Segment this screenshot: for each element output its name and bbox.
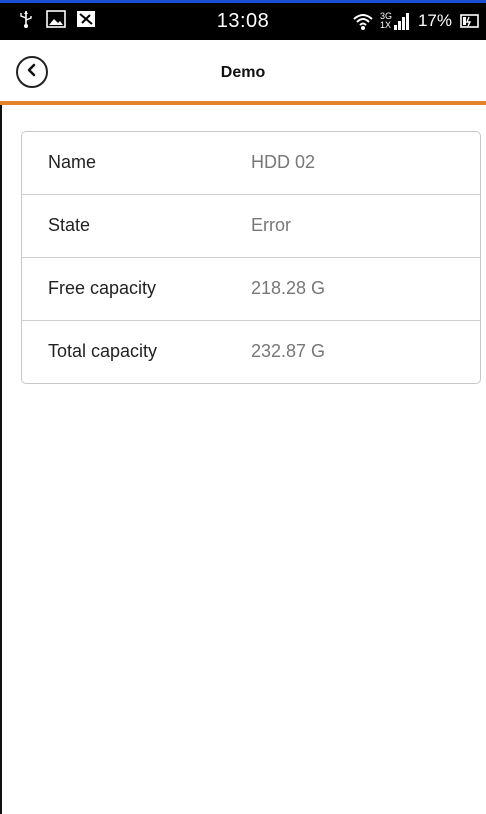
detail-value: 218.28 G (251, 278, 326, 298)
signal-icon: 3G 1X (380, 12, 410, 30)
app-header: Demo (0, 40, 486, 105)
left-edge-divider (0, 105, 2, 814)
detail-label: State (48, 215, 91, 235)
detail-value: HDD 02 (251, 152, 316, 172)
detail-label: Total capacity (48, 341, 158, 361)
battery-icon (460, 11, 480, 31)
status-bar: 13:08 3G 1X 17% (0, 0, 486, 40)
detail-value: 232.87 G (251, 341, 326, 361)
detail-label: Name (48, 152, 97, 172)
detail-row-free-capacity: Free capacity 218.28 G (22, 258, 480, 321)
battery-percent: 17% (417, 11, 452, 30)
detail-row-state: State Error (22, 195, 480, 258)
network-type-bottom: 1X (379, 20, 391, 30)
detail-row-name: Name HDD 02 (22, 132, 480, 195)
detail-label: Free capacity (48, 278, 157, 298)
detail-value: Error (251, 215, 291, 235)
detail-row-total-capacity: Total capacity 232.87 G (22, 321, 480, 383)
status-bar-right-icons: 3G 1X 17% (352, 11, 480, 31)
details-card: Name HDD 02 State Error Free capacity 21… (21, 131, 481, 384)
page-title: Demo (220, 64, 266, 81)
wifi-icon (352, 11, 373, 31)
